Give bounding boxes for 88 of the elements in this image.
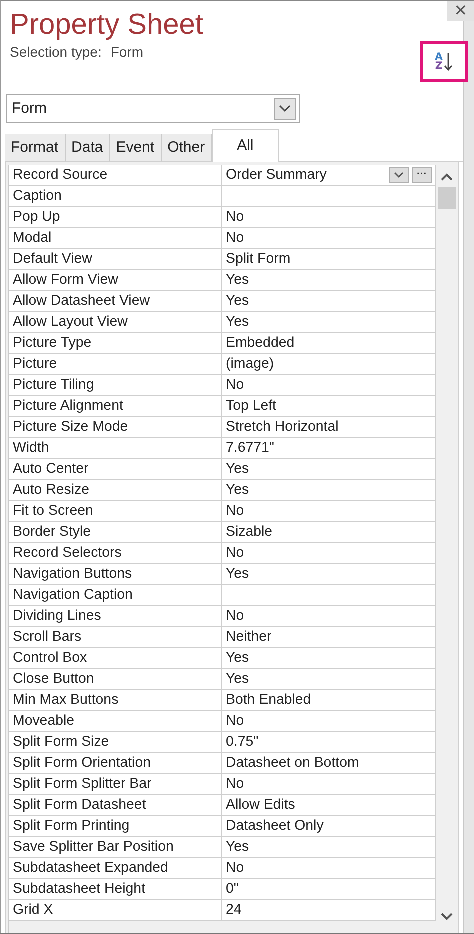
- property-value[interactable]: Yes: [222, 669, 436, 689]
- property-value[interactable]: Yes: [222, 270, 436, 290]
- property-name: Picture: [9, 354, 222, 374]
- property-name: Split Form Datasheet: [9, 795, 222, 815]
- property-name: Default View: [9, 249, 222, 269]
- caret-icon: [394, 172, 404, 178]
- property-name: Split Form Orientation: [9, 753, 222, 773]
- tab[interactable]: Event: [110, 134, 162, 162]
- property-value[interactable]: Datasheet on Bottom: [222, 753, 436, 773]
- property-name: Auto Resize: [9, 480, 222, 500]
- scroll-down-icon[interactable]: [441, 913, 454, 921]
- property-value[interactable]: 0.75": [222, 732, 436, 752]
- property-value[interactable]: Embedded: [222, 333, 436, 353]
- property-value[interactable]: Order Summary: [226, 165, 386, 185]
- property-value[interactable]: Allow Edits: [222, 795, 436, 815]
- property-name: Picture Tiling: [9, 375, 222, 395]
- property-value[interactable]: Sizable: [222, 522, 436, 542]
- build-button[interactable]: ···: [412, 167, 432, 183]
- property-name: Fit to Screen: [9, 501, 222, 521]
- property-name: Modal: [9, 228, 222, 248]
- property-name: Grid X: [9, 900, 222, 920]
- property-value[interactable]: No: [222, 543, 436, 563]
- property-name: Allow Form View: [9, 270, 222, 290]
- property-value[interactable]: No: [222, 375, 436, 395]
- sort-button[interactable]: A Z: [420, 41, 468, 82]
- dropdown-button[interactable]: [389, 167, 410, 183]
- property-value[interactable]: No: [222, 228, 436, 248]
- property-name: Navigation Buttons: [9, 564, 222, 584]
- property-value[interactable]: Yes: [222, 312, 436, 332]
- property-name: Min Max Buttons: [9, 690, 222, 710]
- property-value[interactable]: Split Form: [222, 249, 436, 269]
- property-value[interactable]: Top Left: [222, 396, 436, 416]
- scroll-up-icon[interactable]: [441, 173, 454, 181]
- tab[interactable]: Other: [162, 134, 212, 162]
- property-value[interactable]: Both Enabled: [222, 690, 436, 710]
- property-value[interactable]: 7.6771": [222, 438, 436, 458]
- property-value[interactable]: Yes: [222, 480, 436, 500]
- property-name: Picture Size Mode: [9, 417, 222, 437]
- window-title: Property Sheet: [10, 8, 204, 43]
- property-value[interactable]: Yes: [222, 564, 436, 584]
- property-name: Moveable: [9, 711, 222, 731]
- property-value[interactable]: Stretch Horizontal: [222, 417, 436, 437]
- property-name: Save Splitter Bar Position: [9, 837, 222, 857]
- property-value[interactable]: No: [222, 774, 436, 794]
- property-value[interactable]: No: [222, 606, 436, 626]
- property-name: Pop Up: [9, 207, 222, 227]
- property-name: Width: [9, 438, 222, 458]
- property-name: Border Style: [9, 522, 222, 542]
- down-arrow-icon: [444, 52, 453, 72]
- tab[interactable]: Data: [66, 134, 110, 162]
- property-name: Dividing Lines: [9, 606, 222, 626]
- property-value[interactable]: No: [222, 501, 436, 521]
- property-value[interactable]: Neither: [222, 627, 436, 647]
- property-value[interactable]: (image): [222, 354, 436, 374]
- property-value[interactable]: Yes: [222, 648, 436, 668]
- property-name: Record Source: [9, 165, 222, 185]
- property-name: Close Button: [9, 669, 222, 689]
- property-name: Subdatasheet Expanded: [9, 858, 222, 878]
- property-name: Split Form Printing: [9, 816, 222, 836]
- property-value[interactable]: 0": [222, 879, 436, 899]
- property-name: Split Form Size: [9, 732, 222, 752]
- tab[interactable]: Format: [5, 134, 66, 162]
- property-value[interactable]: No: [222, 711, 436, 731]
- property-value[interactable]: Yes: [222, 837, 436, 857]
- property-value[interactable]: No: [222, 858, 436, 878]
- property-name: Allow Layout View: [9, 312, 222, 332]
- property-value[interactable]: Yes: [222, 459, 436, 479]
- property-name: Control Box: [9, 648, 222, 668]
- selection-type-value: Form: [110, 44, 144, 60]
- property-name: Allow Datasheet View: [9, 291, 222, 311]
- property-value[interactable]: Datasheet Only: [222, 816, 436, 836]
- property-name: Subdatasheet Height: [9, 879, 222, 899]
- property-name: Scroll Bars: [9, 627, 222, 647]
- close-button[interactable]: ✕: [447, 1, 474, 21]
- selection-type-label: Selection type:: [10, 44, 102, 60]
- tab[interactable]: All: [212, 129, 279, 162]
- property-name: Picture Alignment: [9, 396, 222, 416]
- property-name: Split Form Splitter Bar: [9, 774, 222, 794]
- object-dropdown[interactable]: Form: [6, 94, 300, 123]
- property-name: Navigation Caption: [9, 585, 222, 605]
- property-name: Auto Center: [9, 459, 222, 479]
- property-name: Caption: [9, 186, 222, 206]
- property-value[interactable]: Yes: [222, 291, 436, 311]
- scrollbar-thumb[interactable]: [438, 187, 456, 209]
- property-name: Picture Type: [9, 333, 222, 353]
- property-value[interactable]: 24: [222, 900, 436, 920]
- property-value[interactable]: No: [222, 207, 436, 227]
- property-name: Record Selectors: [9, 543, 222, 563]
